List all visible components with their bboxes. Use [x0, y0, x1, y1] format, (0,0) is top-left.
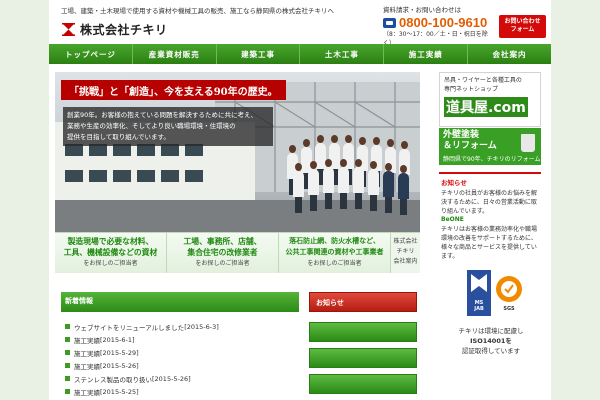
news-item[interactable]: 施工実績 [2015-5-26]: [65, 359, 305, 372]
notice-button-label: お知らせ: [316, 299, 344, 307]
hero-text-line: 提供を目指して取り組んでいます。: [67, 133, 170, 141]
reform-banner[interactable]: 外壁塗装 ＆リフォーム 静岡県で90年、チキリのリフォーム: [439, 128, 541, 165]
news-item-title[interactable]: ウェブサイトをリニューアルしました: [74, 322, 184, 332]
contact-form-button[interactable]: お問い合わせ フォーム: [499, 15, 546, 38]
sidebar-notice-text: チキリはお客様の業務効率化や職場環境の改善をサポートするために、様々な商品とサー…: [441, 226, 538, 260]
company-info-link[interactable]: 株式会社 チキリ 会社案内: [391, 233, 420, 273]
news-list: ウェブサイトをリニューアルしました [2015-6-3] 施工実績 [2015-6-…: [65, 320, 305, 398]
iso-caption: チキリは環境に配慮し ISO14001を 認証取得しています: [443, 326, 539, 356]
iso-caption-line: ISO14001を: [470, 337, 512, 345]
news-item[interactable]: ステンレス製品の取り扱い [2015-5-26]: [65, 372, 305, 385]
hero-photo-staff-group: [275, 117, 420, 227]
jab-ms-mark-icon: MS JAB: [467, 270, 491, 316]
news-item[interactable]: 施工実績 [2015-6-1]: [65, 333, 305, 346]
nav-item-works[interactable]: 施工実績: [384, 44, 469, 64]
main-nav: トップページ 産業資材販売 建築工事 土木工事 施工実績 会社案内: [49, 44, 551, 64]
nav-item-civil-engineering[interactable]: 土木工事: [300, 44, 385, 64]
dougu-ya-banner[interactable]: 吊具・ワイヤーと各種工具の 専門ネットショップ 道具屋.com: [439, 72, 541, 127]
news-item[interactable]: ウェブサイトをリニューアルしました [2015-6-3]: [65, 320, 305, 333]
nav-item-industrial-materials[interactable]: 産業資材販売: [132, 44, 217, 64]
paint-bucket-icon: [521, 134, 535, 152]
news-item-date: [2015-5-26]: [152, 374, 191, 383]
news-item-date: [2015-5-25]: [100, 387, 139, 396]
category-main-label: 工場、事務所、店舗、 集合住宅の改修業者: [183, 237, 262, 257]
side-link-button[interactable]: [309, 374, 417, 394]
hero-text-line: 業務や生産の効率化、そしてより良い職場環境・住環境の: [67, 122, 236, 130]
sidebar-notice-heading: お知らせ: [441, 179, 467, 187]
iso-caption-line: チキリは環境に配慮し: [458, 327, 524, 335]
nav-item-top[interactable]: トップページ: [49, 44, 133, 64]
news-item[interactable]: 施工実績 [2015-5-25]: [65, 385, 305, 398]
news-item[interactable]: 施工実績 [2015-5-29]: [65, 346, 305, 359]
bullet-icon: [65, 363, 70, 368]
hero-banner: 「挑戦」と「創造」、今を支える90年の歴史。 創業90年。お客様の抱えている問題…: [55, 72, 420, 232]
side-link-button[interactable]: [309, 322, 417, 342]
reform-banner-subtitle: 静岡県で90年、チキリのリフォーム: [443, 156, 541, 163]
category-sub-label: をお探しのご担当者: [83, 260, 138, 267]
news-item-date: [2015-6-1]: [100, 335, 135, 344]
category-sub-label: をお探しのご担当者: [307, 260, 362, 267]
iso-caption-line: 認証取得しています: [461, 347, 521, 355]
company-name: 株式会社チキリ: [80, 22, 168, 37]
dougu-ya-banner-text: 吊具・ワイヤーと各種工具の 専門ネットショップ: [444, 77, 522, 93]
news-item-date: [2015-6-3]: [184, 322, 219, 331]
hero-text-line: 創業90年。お客様の抱えている問題を解決するために共に考え、: [67, 111, 257, 119]
reform-banner-title: 外壁塗装 ＆リフォーム: [443, 130, 497, 151]
contact-label: 資料請求・お問い合わせは: [383, 6, 461, 14]
contact-phone-row[interactable]: 0800-100-9610: [383, 15, 495, 30]
side-link-button[interactable]: [309, 348, 417, 368]
page-container: 工場、建築・土木現場で使用する資材や機械工具の販売、施工なら静岡県の株式会社チキ…: [49, 0, 551, 400]
nav-item-building-work[interactable]: 建築工事: [216, 44, 301, 64]
category-main-label: 落石防止網、防火水槽など、 公共工事関連の資材や工事業者: [285, 237, 384, 256]
freedial-icon: [383, 17, 396, 28]
contact-form-button-label: お問い合わせ フォーム: [504, 18, 541, 33]
sidebar-notice-text: チキリの社員がお客様のお悩みを解決するために、日々の営業活動に取り組んでいます。: [441, 190, 538, 215]
category-public-works[interactable]: 落石防止網、防火水槽など、 公共工事関連の資材や工事業者 をお探しのご担当者: [279, 233, 391, 273]
dougu-ya-logo-text: 道具屋.com: [444, 97, 528, 117]
bullet-icon: [65, 337, 70, 342]
category-main-label: 製造現場で必要な材料、 工具、機械設備などの資材: [63, 237, 158, 257]
company-logo[interactable]: 株式会社チキリ: [61, 21, 168, 37]
notice-button[interactable]: お知らせ: [309, 292, 417, 312]
news-item-title[interactable]: 施工実績: [74, 387, 100, 397]
sgs-mark-icon: SGS: [495, 274, 523, 314]
jab-ms-mark-text: MS JAB: [474, 300, 484, 312]
category-sub-label: をお探しのご担当者: [195, 260, 250, 267]
bullet-icon: [65, 389, 70, 394]
hero-title: 「挑戦」と「創造」、今を支える90年の歴史。: [61, 80, 286, 100]
phone-number[interactable]: 0800-100-9610: [399, 15, 487, 30]
news-item-title[interactable]: 施工実績: [74, 348, 100, 358]
hero-text-box: 創業90年。お客様の抱えている問題を解決するために共に考え、 業務や生産の効率化…: [63, 107, 273, 146]
news-item-date: [2015-5-29]: [100, 348, 139, 357]
category-materials[interactable]: 製造現場で必要な材料、 工具、機械設備などの資材 をお探しのご担当者: [55, 233, 167, 273]
nav-item-company[interactable]: 会社案内: [468, 44, 551, 64]
news-item-date: [2015-5-26]: [100, 361, 139, 370]
news-heading-bar: 新着情報: [61, 292, 299, 312]
dougu-ya-logo: 道具屋.com: [444, 96, 528, 118]
contact-block: 資料請求・お問い合わせは 0800-100-9610 （8：30～17：00／土…: [383, 6, 495, 48]
news-heading: 新着情報: [65, 297, 93, 305]
news-item-title[interactable]: ステンレス製品の取り扱い: [74, 374, 152, 384]
iso-certification-marks: MS JAB SGS: [467, 270, 523, 318]
bullet-icon: [65, 350, 70, 355]
news-item-title[interactable]: 施工実績: [74, 335, 100, 345]
beone-link[interactable]: BeONE: [441, 216, 541, 223]
category-renovation[interactable]: 工場、事務所、店舗、 集合住宅の改修業者 をお探しのご担当者: [167, 233, 279, 273]
bullet-icon: [65, 376, 70, 381]
logo-mark-icon: [61, 21, 76, 37]
page-background: 工場、建築・土木現場で使用する資材や機械工具の販売、施工なら静岡県の株式会社チキ…: [0, 0, 600, 400]
header-tagline: 工場、建築・土木現場で使用する資材や機械工具の販売、施工なら静岡県の株式会社チキ…: [61, 7, 334, 15]
category-links: 製造現場で必要な材料、 工具、機械設備などの資材 をお探しのご担当者 工場、事務…: [55, 232, 420, 273]
news-item-title[interactable]: 施工実績: [74, 361, 100, 371]
sgs-mark-text: SGS: [503, 306, 515, 312]
bullet-icon: [65, 324, 70, 329]
